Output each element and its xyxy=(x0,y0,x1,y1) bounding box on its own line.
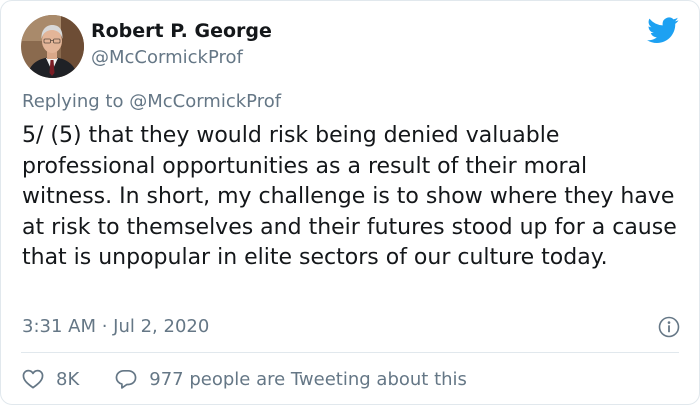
replying-to-line: Replying to @McCormickProf xyxy=(22,91,281,112)
conversation-text: 977 people are Tweeting about this xyxy=(149,368,467,390)
tweet-text: 5/ (5) that they would risk being denied… xyxy=(22,123,677,270)
profile-photo xyxy=(21,15,84,78)
replying-to-handle-link[interactable]: @McCormickProf xyxy=(129,91,281,112)
tweet-timestamp[interactable]: 3:31 AM · Jul 2, 2020 xyxy=(22,316,209,337)
info-icon-graphic xyxy=(658,316,680,338)
author-avatar[interactable] xyxy=(21,15,84,78)
author-handle[interactable]: @McCormickProf xyxy=(91,47,243,68)
info-icon[interactable] xyxy=(658,316,680,338)
heart-icon xyxy=(22,369,44,389)
speech-bubble-icon xyxy=(115,369,137,389)
divider xyxy=(21,352,679,353)
like-button[interactable]: 8K xyxy=(22,369,79,390)
like-count: 8K xyxy=(56,368,80,390)
author-display-name[interactable]: Robert P. George xyxy=(91,20,272,42)
tweet-actions: 8K 977 people are Tweeting about this xyxy=(22,367,467,391)
replying-to-prefix: Replying to xyxy=(22,91,124,112)
twitter-bird-icon-graphic xyxy=(647,17,679,43)
conversation-link[interactable]: 977 people are Tweeting about this xyxy=(115,369,467,390)
twitter-bird-icon[interactable] xyxy=(647,17,679,44)
tweet-card: Robert P. George @McCormickProf Replying… xyxy=(0,0,700,405)
